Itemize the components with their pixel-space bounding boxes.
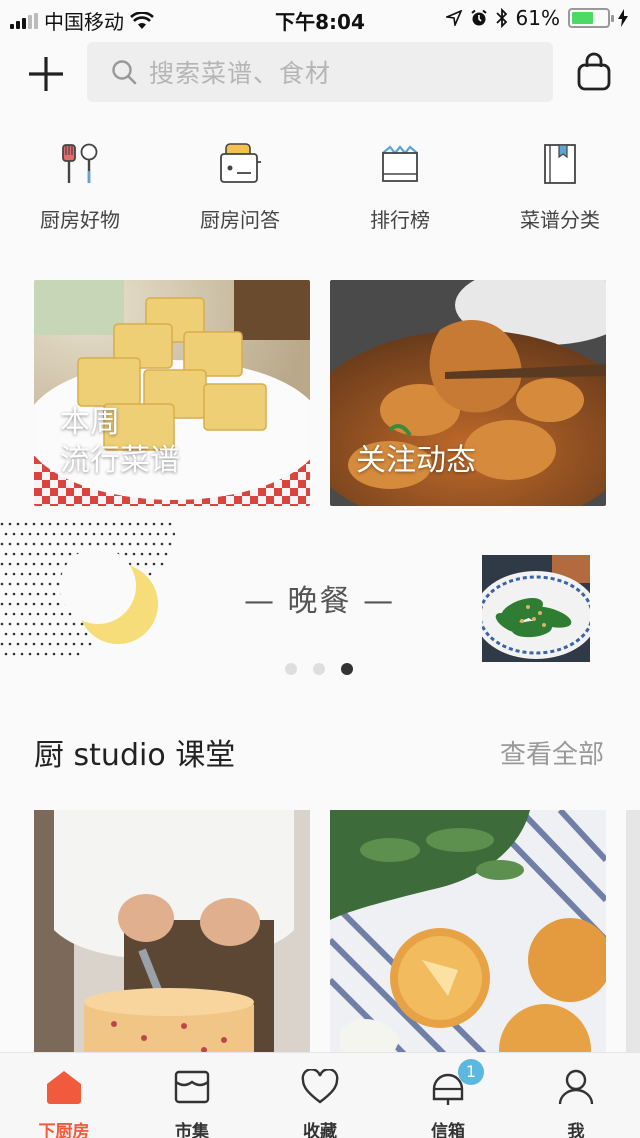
studio-class-card[interactable] — [330, 810, 606, 1060]
feature-card-title: 关注动态 — [356, 443, 476, 478]
status-bar: 中国移动 下午8:04 61% — [0, 0, 640, 36]
tab-label: 市集 — [175, 1122, 209, 1138]
quick-nav-kitchen-qa[interactable]: 厨房问答 — [160, 140, 320, 233]
chef-cutting-cake-photo — [34, 810, 310, 1060]
night-sky-decoration — [0, 522, 175, 656]
meal-section-title: — 晚餐 — — [244, 584, 396, 619]
battery-percent: 61% — [515, 6, 560, 30]
feature-card-title-line2: 流行菜谱 — [60, 443, 180, 478]
studio-class-card[interactable] — [34, 810, 310, 1060]
charging-icon — [618, 9, 628, 27]
green-vegetable-photo — [482, 555, 590, 662]
battery-icon — [568, 8, 614, 28]
home-icon — [47, 1071, 81, 1104]
weekly-popular-recipes-card[interactable]: 本周 流行菜谱 — [34, 280, 310, 506]
following-feed-card[interactable]: 关注动态 — [330, 280, 606, 506]
tab-label: 信箱 — [431, 1122, 465, 1138]
meal-recipe-thumbnail[interactable] — [482, 555, 590, 662]
see-all-link[interactable]: 查看全部 — [500, 734, 604, 771]
tab-favorites[interactable]: 收藏 — [256, 1065, 384, 1138]
location-arrow-icon — [445, 10, 462, 26]
search-placeholder: 搜索菜谱、食材 — [149, 59, 332, 88]
tab-mailbox[interactable]: 1 信箱 — [384, 1059, 512, 1138]
search-input[interactable]: 搜索菜谱、食材 — [87, 42, 553, 102]
pager-dot[interactable] — [313, 663, 325, 675]
quick-nav-kitchen-goods[interactable]: 厨房好物 — [0, 140, 160, 233]
pager-dot[interactable] — [285, 663, 297, 675]
crown-icon — [382, 145, 418, 182]
next-class-card-peek[interactable] — [626, 810, 640, 1060]
add-button[interactable] — [26, 54, 66, 94]
alarm-icon — [470, 9, 487, 26]
quick-nav: 厨房好物 厨房问答 排行榜 菜谱分类 — [0, 140, 640, 240]
pastry-puffs-photo — [330, 810, 606, 1060]
market-icon — [174, 1070, 210, 1104]
tab-label: 下厨房 — [38, 1122, 90, 1138]
profile-icon — [558, 1069, 594, 1105]
book-icon — [544, 144, 576, 184]
tab-bar: 下厨房 市集 收藏 1 信箱 我 — [0, 1052, 640, 1138]
tab-label: 我 — [567, 1122, 585, 1138]
feature-card-title-line1: 本周 — [60, 405, 120, 440]
tab-label: 收藏 — [303, 1122, 337, 1138]
search-icon — [112, 60, 137, 85]
quick-nav-label: 厨房问答 — [200, 208, 280, 232]
studio-section-title: 厨 studio 课堂 — [34, 738, 236, 773]
tab-profile[interactable]: 我 — [512, 1065, 640, 1138]
shopping-bag-button[interactable] — [576, 52, 612, 92]
utensils-icon — [62, 143, 98, 183]
quick-nav-label: 菜谱分类 — [520, 208, 600, 232]
unread-badge: 1 — [458, 1059, 484, 1085]
bluetooth-icon — [495, 8, 507, 28]
tab-home[interactable]: 下厨房 — [0, 1065, 128, 1138]
carousel-pager — [285, 663, 353, 675]
quick-nav-recipe-categories[interactable]: 菜谱分类 — [480, 140, 640, 233]
tab-market[interactable]: 市集 — [128, 1065, 256, 1138]
quick-nav-label: 厨房好物 — [40, 208, 120, 232]
quick-nav-label: 排行榜 — [370, 208, 430, 232]
toaster-icon — [220, 143, 261, 183]
pager-dot-active[interactable] — [341, 663, 353, 675]
heart-icon — [301, 1069, 339, 1104]
quick-nav-ranking[interactable]: 排行榜 — [320, 140, 480, 233]
